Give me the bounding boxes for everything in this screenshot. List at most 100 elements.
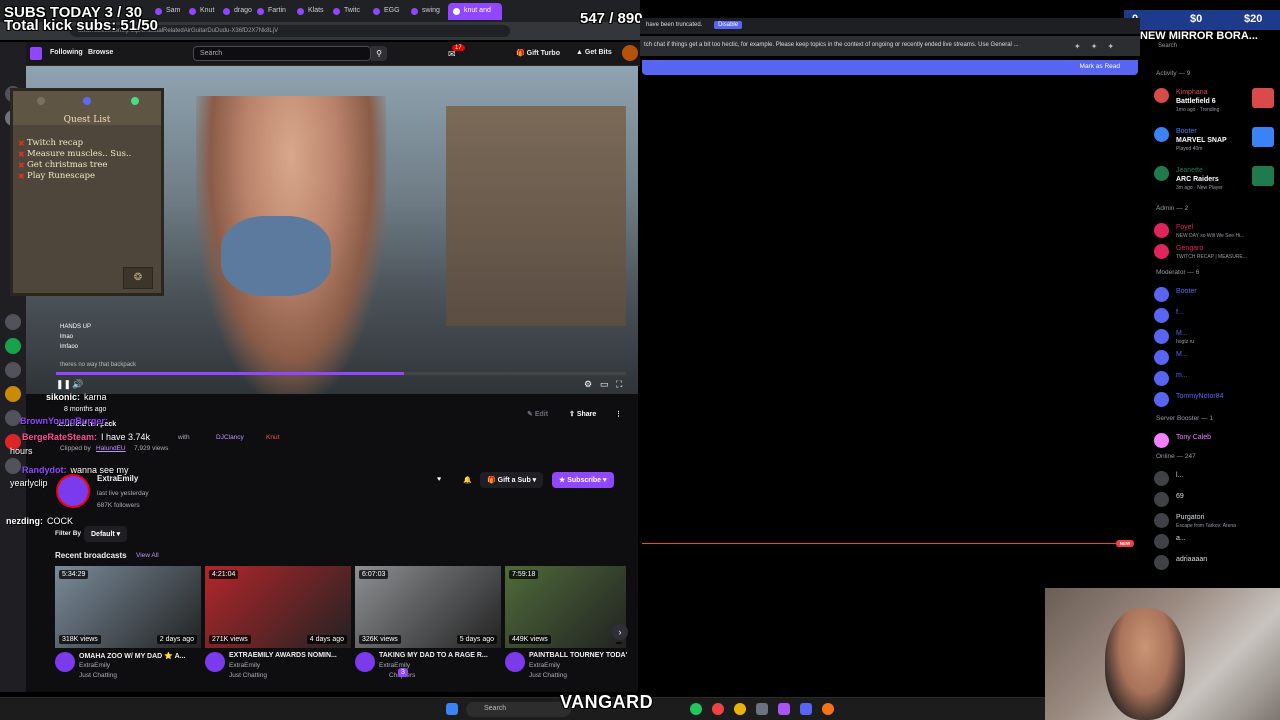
nav-browse[interactable]: Browse [88, 49, 113, 56]
subscribe-button[interactable]: ★ Subscribe ▾ [552, 472, 614, 488]
browser-tab[interactable]: Knut [184, 3, 218, 20]
nav-following[interactable]: Following [50, 49, 83, 56]
sidebar-channel-avatar[interactable] [5, 314, 21, 330]
app-icon[interactable] [712, 703, 724, 715]
sidebar-channel-avatar[interactable] [5, 458, 21, 474]
broadcast-thumbnail[interactable]: 4:21:04 271K views 4 days ago [205, 566, 351, 648]
share-button[interactable]: ⇧ Share [562, 406, 603, 422]
browser-tab-active[interactable]: knut and [448, 3, 502, 20]
broadcast-channel-avatar[interactable] [205, 652, 225, 672]
broadcast-channel[interactable]: ExtraEmily [79, 662, 110, 669]
sidebar-channel-avatar[interactable] [5, 362, 21, 378]
discord-header-icons[interactable]: ✦✦✦ [1074, 42, 1124, 51]
follow-heart-icon[interactable]: ♥ [430, 472, 448, 488]
gift-sub-button[interactable]: 🎁 Gift a Sub ▾ [480, 472, 544, 488]
twitch-logo-icon[interactable] [30, 47, 42, 60]
video-progress-bar[interactable] [56, 372, 626, 375]
discord-icon[interactable] [800, 703, 812, 715]
member-item[interactable]: Booter [1154, 285, 1280, 303]
browser-tab[interactable]: drago [218, 3, 252, 20]
member-item[interactable]: M... hogtz.ru [1154, 327, 1280, 345]
chat-username[interactable]: BrownYoungBurger: [20, 416, 108, 426]
pause-icon[interactable]: ❚❚ [56, 379, 71, 390]
member-item[interactable]: Jeanette ARC Raiders 3m ago · New Player [1154, 164, 1280, 191]
next-arrow-icon[interactable]: › [612, 624, 628, 640]
broadcast-thumbnail[interactable]: 6:07:03 326K views 5 days ago [355, 566, 501, 648]
gift-turbo-button[interactable]: 🎁 Gift Turbo [510, 44, 566, 62]
broadcast-category[interactable]: Just Chatting [529, 672, 567, 679]
user-avatar[interactable] [622, 45, 638, 61]
browser-tab[interactable]: Fartin [252, 3, 292, 20]
disable-button[interactable]: Disable [714, 21, 743, 29]
broadcast-channel-avatar[interactable] [505, 652, 525, 672]
spotify-icon[interactable] [690, 703, 702, 715]
mark-as-read-button[interactable]: Mark as Read [642, 60, 1138, 75]
sidebar-channel-avatar[interactable] [5, 386, 21, 402]
bell-icon[interactable]: ✉ [448, 49, 456, 60]
theatre-mode-icon[interactable]: ▭ [600, 379, 609, 390]
video-overlay-chat-line: HANDS UP [60, 324, 92, 330]
chat-username[interactable]: Randydot: [22, 465, 67, 475]
with-user-link[interactable]: DJClancy [216, 434, 244, 441]
broadcast-channel-avatar[interactable] [55, 652, 75, 672]
browser-tab[interactable]: Twitc [328, 3, 368, 20]
broadcast-title[interactable]: TAKING MY DAD TO A RAGE R... [379, 652, 488, 659]
chat-message: sikonic: karna [46, 392, 107, 402]
search-input[interactable]: Search [193, 46, 371, 61]
member-item[interactable]: Gengaro TWITCH RECAP | MEASURE... [1154, 242, 1280, 260]
broadcast-channel[interactable]: ExtraEmily [529, 662, 560, 669]
broadcast-channel-avatar[interactable] [355, 652, 375, 672]
member-item[interactable]: 69 [1154, 490, 1280, 508]
broadcast-thumbnail[interactable]: 5:34:29 318K views 2 days ago [55, 566, 201, 648]
member-item[interactable]: a... [1154, 532, 1280, 550]
notifications-bell-icon[interactable]: 🔔 [456, 472, 479, 488]
sidebar-channel-avatar[interactable] [5, 338, 21, 354]
discord-search-input[interactable]: Search [1158, 43, 1177, 49]
view-all-link[interactable]: View All [136, 552, 159, 559]
chrome-icon[interactable] [734, 703, 746, 715]
chat-username[interactable]: BergeRateSteam: [22, 432, 97, 442]
more-options-icon[interactable]: ⋮ [608, 406, 629, 422]
member-item[interactable]: Tony Caleb [1154, 431, 1280, 449]
clipper-link[interactable]: HalundEU [96, 445, 126, 452]
browser-tab[interactable]: swing [406, 3, 446, 20]
member-item[interactable]: Booter MARVEL SNAP Played 40m [1154, 125, 1280, 152]
app-icon[interactable] [778, 703, 790, 715]
broadcast-channel[interactable]: ExtraEmily [229, 662, 260, 669]
browser-tab[interactable]: Klats [292, 3, 328, 20]
broadcast-title[interactable]: EXTRAEMILY AWARDS NOMIN... [229, 652, 337, 659]
broadcast-category[interactable]: Just Chatting [79, 672, 117, 679]
member-item[interactable]: TommyNotor84 [1154, 390, 1280, 408]
member-item[interactable]: Purgatori Escape from Tarkov: Arena [1154, 511, 1280, 529]
edit-button[interactable]: ✎ Edit [520, 406, 555, 422]
with-user-link[interactable]: Knut [266, 434, 279, 441]
browser-tab[interactable]: EGG [368, 3, 406, 20]
fullscreen-icon[interactable]: ⛶ [616, 379, 622, 390]
taskbar-search[interactable]: Search [466, 702, 571, 717]
channel-name[interactable]: ExtraEmily [97, 474, 138, 483]
member-item[interactable]: l... [1154, 469, 1280, 487]
sidebar-channel-avatar[interactable] [5, 410, 21, 426]
get-bits-button[interactable]: ▲ Get Bits [572, 44, 616, 62]
broadcast-title[interactable]: PAINTBALL TOURNEY TODA' [529, 652, 627, 659]
member-item[interactable]: adriaaaan [1154, 553, 1280, 571]
settings-icon[interactable]: ⚙ [584, 379, 592, 390]
search-icon[interactable]: ⚲ [371, 46, 387, 61]
start-icon[interactable] [446, 703, 458, 715]
broadcast-category[interactable]: Just Chatting [229, 672, 267, 679]
clip-views: 7,929 views [134, 445, 169, 452]
broadcast-title[interactable]: OMAHA ZOO W/ MY DAD ⭐ A... [79, 652, 185, 660]
app-icon[interactable] [822, 703, 834, 715]
member-item[interactable]: m... [1154, 369, 1280, 387]
volume-icon[interactable]: 🔊 [72, 379, 83, 390]
member-item[interactable]: Foyel NEW DAY so Will We See Hi... [1154, 221, 1280, 239]
filter-dropdown[interactable]: Default ▾ [84, 526, 128, 542]
member-item[interactable]: f... [1154, 306, 1280, 324]
member-item[interactable]: Kimphana Battlefield 6 1mo ago · Trending [1154, 86, 1280, 113]
member-item[interactable]: M... [1154, 348, 1280, 366]
broadcast-thumbnail[interactable]: 7:59:18 449K views [505, 566, 626, 648]
chat-username[interactable]: sikonic: [46, 392, 80, 402]
channel-avatar[interactable] [56, 474, 90, 508]
chat-username[interactable]: nezding: [6, 516, 43, 526]
app-icon[interactable] [756, 703, 768, 715]
